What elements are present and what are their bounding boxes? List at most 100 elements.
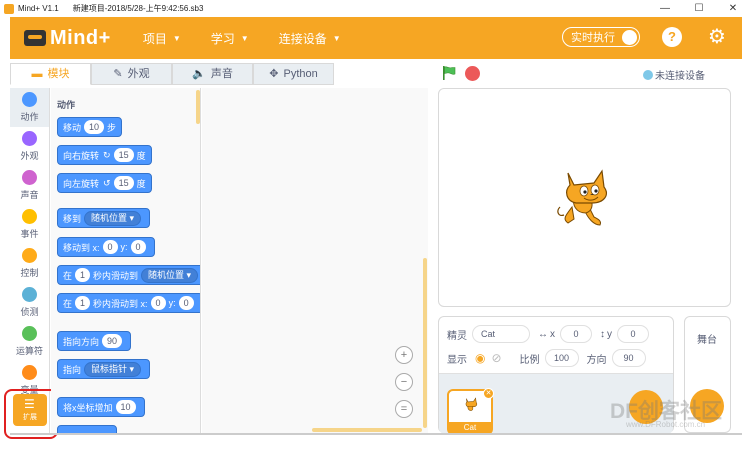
block-turn-right[interactable]: 向右旋转 ↻ 15 度 [57, 145, 152, 165]
category-sound[interactable]: 声音 [10, 166, 49, 205]
cat-thumbnail-icon [465, 397, 478, 411]
device-status[interactable]: 未连接设备 [643, 67, 705, 82]
block-palette: 动作 移动 10 步 向右旋转 ↻ 15 度 向左旋转 ↺ 15 度 移到 随机… [51, 88, 201, 433]
workspace-horizontal-scrollbar[interactable] [312, 428, 422, 432]
workspace-vertical-scrollbar[interactable] [423, 258, 427, 428]
category-operators[interactable]: 运算符 [10, 322, 49, 361]
block-point-direction[interactable]: 指向方向 90 [57, 331, 132, 351]
sprite-thumbnail[interactable]: ✕ Cat [447, 388, 494, 435]
category-sensing[interactable]: 侦测 [10, 283, 49, 322]
speaker-icon: 🔈 [192, 68, 206, 80]
block-input[interactable]: 1 [75, 268, 91, 282]
block-dropdown[interactable]: 随机位置 ▾ [84, 210, 142, 226]
block-input[interactable]: 10 [115, 400, 136, 414]
block-text: 在 [63, 270, 73, 281]
sprite-name-input[interactable]: Cat [472, 325, 530, 343]
y-input[interactable]: 0 [617, 325, 649, 343]
tab-python[interactable]: ✥ Python [253, 63, 334, 85]
blocks-icon: ▬ [31, 68, 43, 80]
category-control[interactable]: 控制 [10, 244, 49, 283]
cat-sprite-icon[interactable] [554, 167, 616, 233]
show-label: 显示 [447, 354, 467, 366]
direction-input[interactable]: 90 [611, 349, 646, 367]
toggle-knob [622, 30, 637, 45]
gear-icon[interactable]: ⚙ [708, 26, 726, 48]
mindplus-logo: Mind+ [24, 27, 111, 50]
rotate-right-icon: ↻ [103, 149, 111, 160]
block-text: 度 [136, 150, 146, 161]
palette-scrollbar[interactable] [196, 90, 200, 124]
block-input[interactable]: 15 [113, 176, 134, 190]
green-flag-icon[interactable] [442, 66, 456, 80]
zoom-out-icon[interactable]: − [395, 373, 413, 391]
hide-eye-icon[interactable]: ⊘ [491, 351, 501, 365]
block-move-steps[interactable]: 移动 10 步 [57, 117, 123, 137]
tab-costumes[interactable]: ✎ 外观 [91, 63, 172, 85]
sprite-name-row: 精灵 Cat ↔ x 0 ↕ y 0 [447, 325, 649, 343]
block-text: 指向方向 [63, 336, 100, 347]
help-icon[interactable]: ? [662, 27, 682, 47]
block-input[interactable]: 0 [150, 296, 166, 310]
category-label: 运算符 [15, 346, 43, 356]
maximize-button[interactable]: ☐ [682, 0, 716, 17]
size-input[interactable]: 100 [544, 349, 579, 367]
block-glide-to[interactable]: 在 1 秒内滑动到 随机位置 ▾ [57, 265, 200, 285]
palette-heading: 动作 [57, 100, 76, 110]
menu-connect-device[interactable]: 连接设备 ▼ [279, 30, 341, 47]
block-text: 秒内滑动到 x: [93, 298, 148, 309]
menu-connect-label: 连接设备 [278, 31, 327, 46]
block-input[interactable]: 15 [113, 148, 134, 162]
block-dropdown[interactable]: 鼠标指针 ▾ [84, 361, 142, 377]
block-input[interactable]: 0 [178, 296, 194, 310]
block-input[interactable]: 10 [84, 120, 105, 134]
tab-sounds[interactable]: 🔈 声音 [172, 63, 253, 85]
tab-blocks[interactable]: ▬ 模块 [10, 63, 91, 85]
device-status-icon [643, 69, 653, 80]
category-label: 动作 [20, 112, 39, 122]
size-label: 比例 [519, 354, 540, 366]
stop-icon[interactable] [465, 66, 480, 81]
block-input[interactable]: 90 [102, 334, 123, 348]
zoom-in-icon[interactable]: + [395, 346, 413, 364]
minimize-button[interactable]: — [648, 0, 682, 17]
device-status-label: 未连接设备 [655, 71, 705, 82]
block-input[interactable]: 0 [130, 240, 146, 254]
block-dropdown[interactable]: 随机位置 ▾ [141, 267, 199, 283]
tab-label: 模块 [47, 68, 70, 80]
show-eye-icon[interactable]: ◉ [475, 351, 485, 365]
direction-label: 方向 [586, 354, 607, 366]
window-titlebar: Mind+ V1.1 新建项目-2018/5/28-上午9:42:56.sb3 … [0, 0, 750, 17]
block-text: 移动到 x: [63, 242, 100, 253]
menu-project[interactable]: 项目 ▼ [143, 30, 181, 47]
highlight-annotation [4, 389, 58, 439]
block-text: 秒内滑动到 [93, 270, 139, 281]
stage-canvas[interactable] [438, 88, 731, 307]
block-glide-xy[interactable]: 在 1 秒内滑动到 x: 0 y: 0 [57, 293, 200, 313]
category-looks[interactable]: 外观 [10, 127, 49, 166]
block-point-towards[interactable]: 指向 鼠标指针 ▾ [57, 359, 151, 379]
delete-sprite-icon[interactable]: ✕ [483, 388, 494, 399]
block-input[interactable]: 0 [102, 240, 118, 254]
block-input[interactable]: 1 [75, 296, 91, 310]
brush-icon: ✎ [113, 68, 123, 80]
menu-learn[interactable]: 学习 ▼ [211, 30, 249, 47]
x-input[interactable]: 0 [560, 325, 592, 343]
category-label: 事件 [20, 229, 39, 239]
block-partial[interactable] [57, 425, 117, 433]
app-name: Mind+ V1.1 [18, 4, 59, 13]
block-goto[interactable]: 移到 随机位置 ▾ [57, 208, 151, 228]
category-events[interactable]: 事件 [10, 205, 49, 244]
block-text: y: [120, 242, 128, 252]
block-text: 度 [136, 178, 146, 189]
events-color-icon [22, 209, 37, 224]
block-turn-left[interactable]: 向左旋转 ↺ 15 度 [57, 173, 152, 193]
caret-down-icon: ▼ [172, 33, 181, 43]
category-motion[interactable]: 动作 [10, 88, 49, 127]
realtime-toggle[interactable]: 实时执行 [562, 27, 640, 47]
zoom-reset-icon[interactable]: = [395, 400, 413, 418]
block-change-x[interactable]: 将x坐标增加 10 [57, 397, 145, 417]
operators-color-icon [22, 326, 37, 341]
block-goto-xy[interactable]: 移动到 x: 0 y: 0 [57, 237, 155, 257]
close-button[interactable]: ✕ [716, 0, 750, 17]
sprite-thumbnail-label: Cat [449, 422, 491, 433]
